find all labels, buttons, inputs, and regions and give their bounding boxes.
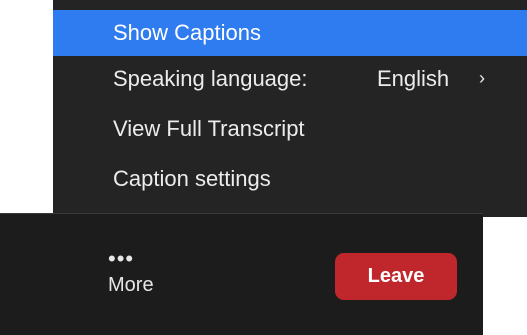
leave-button[interactable]: Leave: [335, 253, 457, 300]
caption-settings-label: Caption settings: [113, 166, 271, 191]
captions-menu: Show Captions Speaking language: English…: [53, 0, 527, 217]
show-captions-label: Show Captions: [113, 20, 261, 45]
speaking-language-value: English: [377, 66, 450, 91]
ellipsis-icon: •••: [108, 246, 135, 271]
speaking-language-label: Speaking language:: [113, 66, 308, 91]
caption-settings-item[interactable]: Caption settings: [53, 156, 527, 202]
more-button[interactable]: ••• More: [108, 248, 168, 324]
more-label: More: [108, 274, 154, 296]
speaking-language-item[interactable]: Speaking language: English ›: [53, 56, 527, 102]
show-captions-item[interactable]: Show Captions: [53, 10, 527, 56]
view-full-transcript-item[interactable]: View Full Transcript: [53, 106, 527, 152]
view-full-transcript-label: View Full Transcript: [113, 116, 305, 141]
captions-popup-screen: Show Captions Speaking language: English…: [0, 0, 527, 335]
chevron-right-icon: ›: [479, 68, 485, 88]
